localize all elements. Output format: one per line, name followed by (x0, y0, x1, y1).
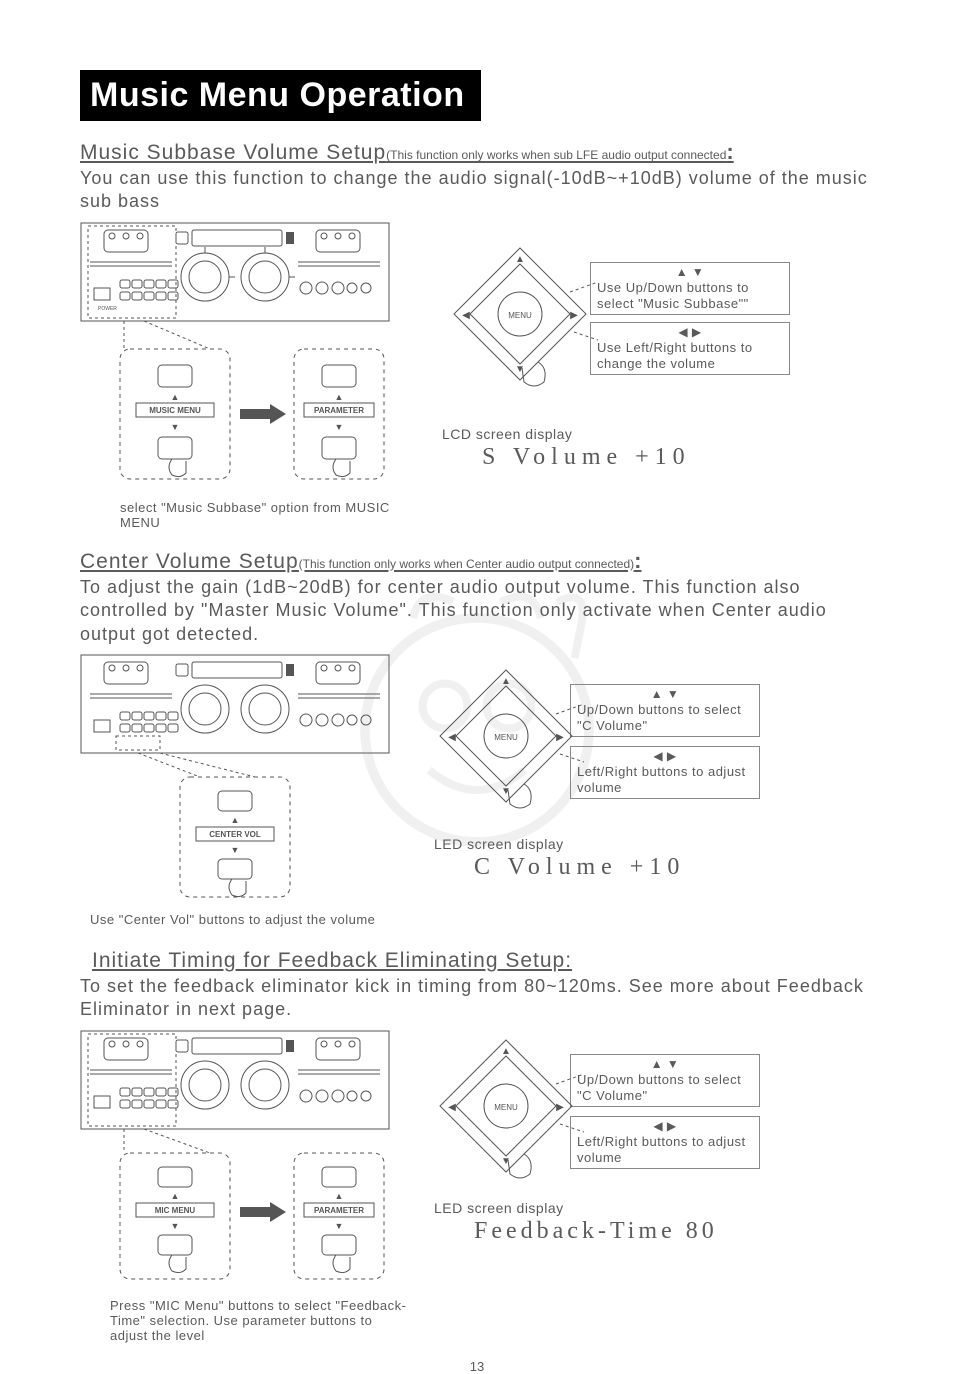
section-body: You can use this function to change the … (80, 167, 874, 214)
svg-text:▲: ▲ (171, 392, 180, 402)
svg-text:◀: ◀ (462, 310, 470, 321)
heading-note: (This function only works when sub LFE a… (386, 148, 726, 162)
svg-text:▲: ▲ (335, 1191, 344, 1201)
svg-text:▼: ▼ (335, 422, 344, 432)
svg-text:▲: ▲ (171, 1191, 180, 1201)
svg-text:▲: ▲ (515, 254, 525, 265)
dpad-illustration: MENU ▲ ▼ ◀ ▶ (426, 1034, 586, 1194)
svg-text:▼: ▼ (171, 1221, 180, 1231)
device-panel-illustration (80, 1030, 390, 1130)
lcd-label: LCD screen display (442, 426, 691, 442)
svg-text:▼: ▼ (335, 1221, 344, 1231)
lcd-value: S Volume +10 (442, 444, 691, 471)
page-title: Music Menu Operation (90, 76, 465, 114)
svg-text:▶: ▶ (570, 310, 578, 321)
svg-text:▼: ▼ (171, 422, 180, 432)
instruction-leftright: ◀ ▶ Use Left/Right buttons to change the… (590, 322, 790, 376)
flow-illustration: ▲ MUSIC MENU ▼ ▲ PARAMETER ▼ (80, 321, 390, 491)
page-number: 13 (80, 1359, 874, 1374)
heading-note: (This function only works when Center au… (299, 557, 635, 571)
lcd-value: C Volume +10 (434, 854, 685, 881)
svg-text:▼: ▼ (501, 1156, 511, 1167)
device-panel-illustration: POWER (80, 222, 390, 322)
instruction-leftright: ◀ ▶ Left/Right buttons to adjust volume (570, 1116, 760, 1170)
svg-text:MENU: MENU (508, 311, 532, 320)
instruction-updown-text: Up/Down buttons to select "C Volume" (577, 702, 753, 735)
svg-text:▲: ▲ (501, 1046, 511, 1057)
section-body: To adjust the gain (1dB~20dB) for center… (80, 576, 874, 646)
svg-text:▲: ▲ (335, 392, 344, 402)
leftright-arrows-icon: ◀ ▶ (597, 325, 783, 340)
lcd-value: Feedback-Time 80 (434, 1218, 718, 1245)
updown-arrows-icon: ▲ ▼ (597, 265, 783, 280)
leftright-arrows-icon: ◀ ▶ (577, 749, 753, 764)
flow-caption: Use "Center Vol" buttons to adjust the v… (90, 912, 410, 927)
updown-arrows-icon: ▲ ▼ (577, 687, 753, 702)
instruction-updown: ▲ ▼ Use Up/Down buttons to select "Music… (590, 262, 790, 316)
heading-text: Center Volume Setup (80, 550, 299, 573)
dpad-illustration: MENU ▲ ▼ ◀ ▶ (426, 664, 586, 824)
section-heading: Initiate Timing for Feedback Eliminating… (92, 949, 874, 973)
svg-text:▲: ▲ (501, 676, 511, 687)
instruction-leftright-text: Left/Right buttons to adjust volume (577, 1134, 753, 1167)
svg-text:MENU: MENU (494, 1103, 518, 1112)
flow-illustration: ▲ CENTER VOL ▼ (80, 753, 390, 903)
heading-colon: : (726, 139, 733, 164)
svg-text:POWER: POWER (98, 306, 117, 312)
instruction-leftright-text: Use Left/Right buttons to change the vol… (597, 340, 783, 373)
instruction-leftright-text: Left/Right buttons to adjust volume (577, 764, 753, 797)
svg-text:▼: ▼ (515, 364, 525, 375)
flow-caption: Press "MIC Menu" buttons to select "Feed… (110, 1298, 410, 1343)
svg-text:▶: ▶ (556, 1102, 564, 1113)
instruction-leftright: ◀ ▶ Left/Right buttons to adjust volume (570, 746, 760, 800)
lcd-label: LED screen display (434, 1200, 718, 1216)
svg-text:▶: ▶ (556, 732, 564, 743)
section-heading: Center Volume Setup(This function only w… (80, 548, 874, 574)
section-heading: Music Subbase Volume Setup(This function… (80, 139, 874, 165)
instruction-updown: ▲ ▼ Up/Down buttons to select "C Volume" (570, 1054, 760, 1108)
section-feedback-timing: Initiate Timing for Feedback Eliminating… (80, 949, 874, 1343)
flow-center-label: CENTER VOL (209, 830, 261, 839)
flow-caption: select "Music Subbase" option from MUSIC… (120, 500, 410, 530)
heading-text: Music Subbase Volume Setup (80, 141, 386, 164)
instruction-updown-text: Up/Down buttons to select "C Volume" (577, 1072, 753, 1105)
page-title-bar: Music Menu Operation (80, 70, 481, 121)
svg-text:▼: ▼ (231, 845, 240, 855)
flow-left-label: MUSIC MENU (149, 406, 201, 415)
section-center-volume: Center Volume Setup(This function only w… (80, 548, 874, 927)
flow-illustration: ▲ MIC MENU ▼ ▲ PARAMETER ▼ (80, 1129, 390, 1289)
svg-text:▲: ▲ (231, 815, 240, 825)
section-subbase: Music Subbase Volume Setup(This function… (80, 139, 874, 530)
flow-right-label: PARAMETER (314, 406, 364, 415)
device-panel-illustration (80, 654, 390, 754)
instruction-updown-text: Use Up/Down buttons to select "Music Sub… (597, 280, 783, 313)
flow-left-label: MIC MENU (155, 1206, 196, 1215)
svg-text:◀: ◀ (448, 1102, 456, 1113)
updown-arrows-icon: ▲ ▼ (577, 1057, 753, 1072)
svg-text:▼: ▼ (501, 786, 511, 797)
instruction-updown: ▲ ▼ Up/Down buttons to select "C Volume" (570, 684, 760, 738)
svg-text:MENU: MENU (494, 733, 518, 742)
flow-right-label: PARAMETER (314, 1206, 364, 1215)
svg-text:◀: ◀ (448, 732, 456, 743)
lcd-label: LED screen display (434, 836, 685, 852)
heading-colon: : (634, 548, 641, 573)
leftright-arrows-icon: ◀ ▶ (577, 1119, 753, 1134)
heading-text: Initiate Timing for Feedback Eliminating… (92, 949, 572, 972)
section-body: To set the feedback eliminator kick in t… (80, 975, 874, 1022)
dpad-illustration: MENU ▲ ▼ ◀ ▶ (440, 242, 600, 402)
